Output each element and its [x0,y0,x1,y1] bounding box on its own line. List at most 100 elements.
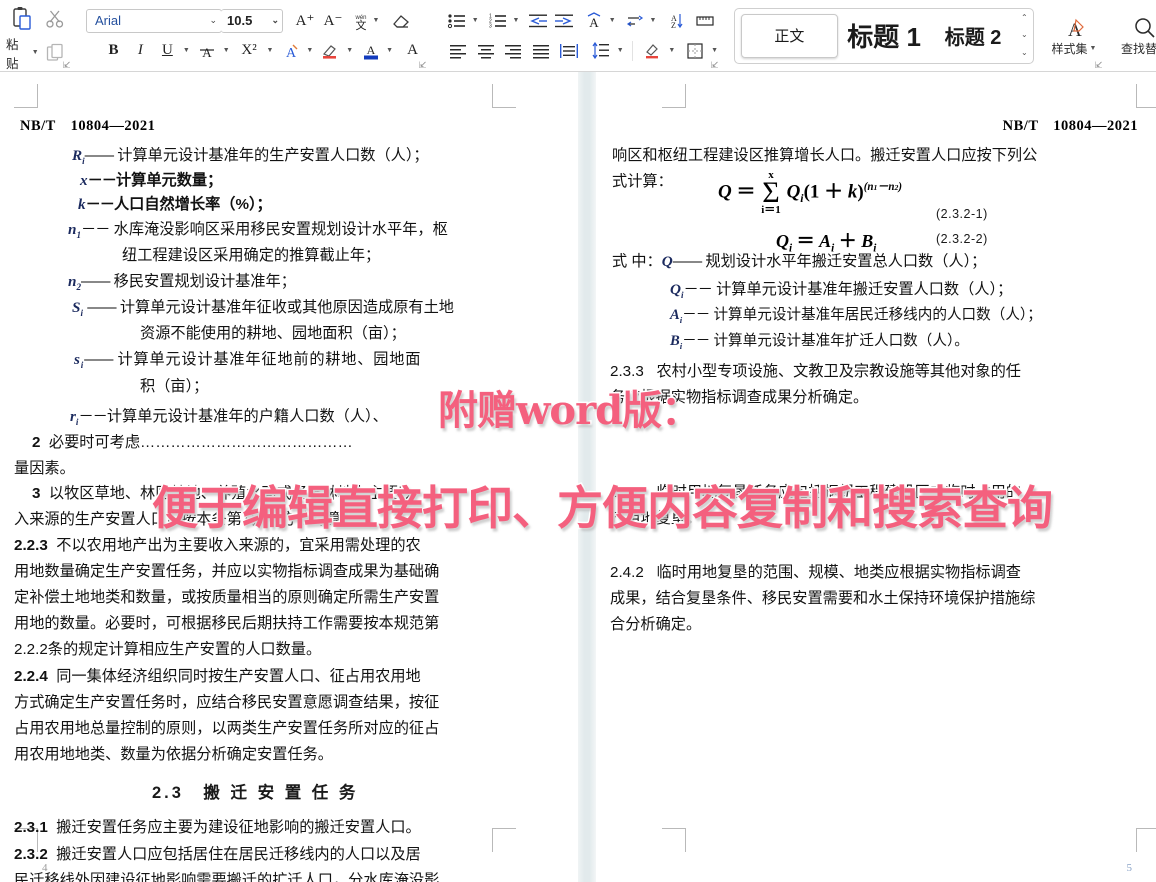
svg-text:文: 文 [355,18,366,31]
chevron-down-icon[interactable]: ▼ [346,47,353,54]
font-dialog-launcher[interactable]: ⇲ [419,61,427,70]
chevron-down-icon[interactable]: ▼ [472,17,479,24]
font-row-2: B I U ▼ A ▼ X² ▼ A ▼ [82,36,426,66]
chevron-down-icon[interactable]: ⌄ [209,15,217,26]
align-center-button[interactable] [472,37,500,64]
chevron-down-icon[interactable]: ▼ [650,17,657,24]
show-formatting-marks-button[interactable] [692,7,718,34]
styles-more-icon[interactable]: ⌄ [1021,49,1028,57]
style-set-label: 样式集 [1052,40,1088,57]
strikethrough-button[interactable]: A [194,37,221,64]
asian-layout-button[interactable]: A [581,7,607,34]
where-label: 式 中： [612,253,662,270]
decrease-indent-button[interactable] [525,7,551,34]
chevron-down-icon[interactable]: ⌄ [271,15,279,26]
styles-dialog-launcher[interactable]: ⇲ [1095,61,1103,70]
chevron-down-icon[interactable]: ▼ [306,47,313,54]
paragraph-line: 方式确定生产安置任务时，应结合移民安置意愿调查结果，按征 [14,695,439,710]
sort-ascending-button[interactable]: A Z [662,7,688,34]
crop-mark-top-right [1136,84,1156,108]
style-heading-2[interactable]: 标题 2 [931,14,1016,58]
clipboard-dialog-launcher[interactable]: ⇲ [63,61,71,70]
document-canvas[interactable]: NB/T 10804—2021 Ri—— 计算单元设计基准年的生产安置人口数（人… [0,72,1156,882]
paragraph-line: 响区和枢纽工程建设区推算增长人口。搬迁安置人口应按下列公 [612,148,1037,163]
bold-button[interactable]: B [100,37,127,64]
document-page-left[interactable]: NB/T 10804—2021 Ri—— 计算单元设计基准年的生产安置人口数（人… [0,72,578,882]
paste-icon-button[interactable] [4,3,41,35]
formula-number-1: (2.3.2-1) [936,207,988,221]
paragraph-dialog-launcher[interactable]: ⇲ [711,61,719,70]
clipboard-group: 粘贴 ▼ ⇲ [0,0,74,71]
style-heading-1[interactable]: 标题 1 [838,14,931,58]
font-name-combobox[interactable]: Arial ⌄ [86,9,222,33]
align-right-button[interactable] [500,37,528,64]
chevron-down-icon[interactable]: ▼ [609,17,616,24]
grow-font-button[interactable]: A⁺ [291,7,319,34]
styles-gallery[interactable]: 正文 标题 1 标题 2 ⌃ ⌄ ⌄ [734,8,1034,64]
document-page-right[interactable]: NB/T 10804—2021 响区和枢纽工程建设区推算增长人口。搬迁安置人口应… [596,72,1156,882]
phonetic-guide-button[interactable]: wén 文 ▼ [347,8,383,34]
highlight-button[interactable] [317,37,344,64]
scroll-up-icon[interactable]: ⌃ [1021,14,1028,22]
borders-button[interactable] [681,37,709,64]
chevron-down-icon[interactable]: ▼ [1090,45,1097,52]
paragraph-text: 以牧区草地、林区林地、养殖水面或经济林地为主要收 [49,485,414,502]
definition-line-cont: 资源不能使用的耕地、园地面积（亩）； [140,326,406,341]
symbol: x [80,172,88,189]
definition-line: k－－人口自然增长率（%）； [78,197,272,212]
clipboard-row-2: 粘贴 ▼ [4,36,70,70]
bullets-button[interactable] [444,7,470,34]
sort-button[interactable] [622,7,648,34]
definition-line: n1－－ 水库淹没影响区采用移民安置规划设计水平年，枢 [68,222,448,240]
justify-button[interactable] [527,37,555,64]
shading-button[interactable] [639,37,667,64]
find-replace-button[interactable]: 查找替换 [1114,8,1156,64]
definition-line: Si —— 计算单元设计基准年征收或其他原因造成原有土地 [72,300,454,318]
paragraph-line: 合分析确定。 [610,617,701,632]
paragraph-row-2: ▼ ▼ ▼ [438,36,718,66]
paste-button[interactable]: 粘贴 ▼ [4,40,41,66]
paragraph-line: 3 以牧区草地、林区林地、养殖水面或经济林地为主要收 [32,486,413,501]
numbering-button[interactable]: 1 2 3 [485,7,511,34]
definition-text: 计算单元设计基准年的生产安置人口数（人）； [117,147,428,164]
chevron-down-icon[interactable]: ▼ [373,17,380,24]
style-heading-2-label: 标题 2 [945,21,1002,50]
definition-line: Bi－－ 计算单元设计基准年扩迁人口数（人）。 [670,334,969,351]
distribute-button[interactable] [555,37,583,64]
chevron-down-icon[interactable]: ▼ [617,47,624,54]
definition-text: 计算单元设计基准年征收或其他原因造成原有土地 [120,299,454,316]
style-set-button[interactable]: A 样式集 ▼ [1046,8,1102,64]
align-left-button[interactable] [444,37,472,64]
font-color-button[interactable]: A [357,37,384,64]
superscript-button[interactable]: X² [234,37,265,64]
text-effects-button[interactable]: A [277,37,304,64]
cut-button[interactable] [41,3,70,35]
style-normal[interactable]: 正文 [741,14,838,58]
chevron-down-icon[interactable]: ▼ [266,47,273,54]
symbol: Qi [670,281,684,298]
italic-label: I [138,42,143,59]
line-spacing-button[interactable] [587,37,615,64]
character-shading-label: A [407,42,418,59]
style-set-icon: A [1061,14,1087,40]
increase-indent-button[interactable] [551,7,577,34]
paragraph-number: 2.2.3 [14,537,48,554]
styles-gallery-scrollbar[interactable]: ⌃ ⌄ ⌄ [1016,10,1033,62]
chevron-down-icon[interactable]: ▼ [183,47,190,54]
chevron-down-icon[interactable]: ▼ [32,49,39,56]
chevron-down-icon[interactable]: ▼ [386,47,393,54]
scroll-down-icon[interactable]: ⌄ [1021,31,1028,39]
clear-formatting-button[interactable] [387,7,415,34]
italic-button[interactable]: I [127,37,154,64]
paragraph-number: 2.3.3 [610,363,644,380]
styles-group: 正文 标题 1 标题 2 ⌃ ⌄ ⌄ [726,0,1042,71]
underline-button[interactable]: U [154,37,181,64]
chevron-down-icon[interactable]: ▼ [513,17,520,24]
chevron-down-icon[interactable]: ▼ [668,47,675,54]
chevron-down-icon[interactable]: ▼ [223,47,230,54]
font-size-combobox[interactable]: 10.5 ⌄ [221,9,283,33]
underline-label: U [162,42,173,59]
font-name-value: Arial [95,13,121,28]
chevron-down-icon[interactable]: ▼ [711,47,718,54]
shrink-font-button[interactable]: A⁻ [319,7,347,34]
